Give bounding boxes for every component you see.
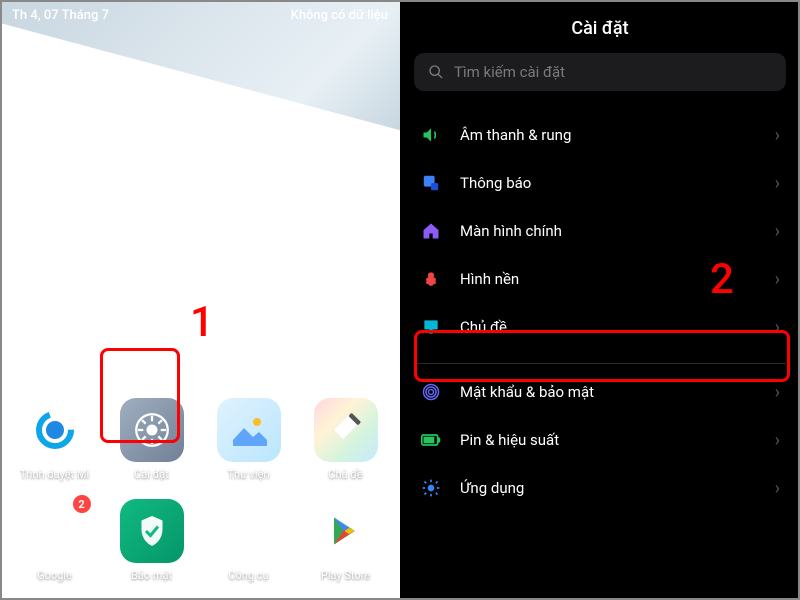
notifications-icon xyxy=(420,172,442,194)
chevron-right-icon: › xyxy=(775,125,780,146)
search-placeholder: Tìm kiếm cài đặt xyxy=(454,63,565,81)
security-icon xyxy=(120,499,184,563)
search-icon xyxy=(428,64,444,80)
apps-icon xyxy=(420,477,442,499)
row-home[interactable]: Màn hình chính › xyxy=(414,207,786,255)
row-label: Âm thanh & rung xyxy=(460,126,757,144)
app-google-folder[interactable]: 2 Google xyxy=(10,499,99,582)
row-battery[interactable]: Pin & hiệu suất › xyxy=(414,416,786,464)
app-label: Thư viện xyxy=(227,468,269,481)
app-themes[interactable]: Chủ đề xyxy=(301,398,390,481)
chevron-right-icon: › xyxy=(775,478,780,499)
playstore-icon xyxy=(314,499,378,563)
settings-list: Âm thanh & rung › Thông báo › Màn hình c… xyxy=(414,111,786,512)
app-tools-folder[interactable]: Công cụ xyxy=(204,499,293,582)
chevron-right-icon: › xyxy=(775,382,780,403)
annotation-label-1: 1 xyxy=(190,298,214,347)
app-security[interactable]: Bảo mật xyxy=(107,499,196,582)
tools-folder-icon xyxy=(217,499,281,563)
app-label: Công cụ xyxy=(228,569,268,582)
chevron-right-icon: › xyxy=(775,221,780,242)
app-label: Chủ đề xyxy=(328,468,362,481)
edge-icon xyxy=(23,398,87,462)
row-security[interactable]: Mật khẩu & bảo mật › xyxy=(414,368,786,416)
app-gallery[interactable]: Thư viện xyxy=(204,398,293,481)
status-network: Không có dữ liệu xyxy=(291,8,388,23)
row-label: Màn hình chính xyxy=(460,222,757,240)
app-label: Cài đặt xyxy=(134,468,169,481)
settings-title: Cài đặt xyxy=(414,18,786,39)
row-label: Mật khẩu & bảo mật xyxy=(460,383,757,401)
row-notifications[interactable]: Thông báo › xyxy=(414,159,786,207)
app-edge[interactable]: Trình duyệt Mi xyxy=(10,398,99,481)
gallery-icon xyxy=(217,398,281,462)
row-sound[interactable]: Âm thanh & rung › xyxy=(414,111,786,159)
google-folder-icon: 2 xyxy=(23,499,87,563)
chevron-right-icon: › xyxy=(775,317,780,338)
row-label: Pin & hiệu suất xyxy=(460,431,757,449)
status-date: Th 4, 07 Tháng 7 xyxy=(12,8,109,23)
themes-icon xyxy=(314,398,378,462)
settings-screen: Cài đặt Tìm kiếm cài đặt Âm thanh & rung… xyxy=(400,0,800,600)
row-themes[interactable]: Chủ đề › xyxy=(414,303,786,351)
app-label: Bảo mật xyxy=(131,569,172,582)
chevron-right-icon: › xyxy=(775,173,780,194)
status-bar: Th 4, 07 Tháng 7 Không có dữ liệu xyxy=(0,8,400,23)
wallpaper-icon xyxy=(420,268,442,290)
row-apps[interactable]: Ứng dụng › xyxy=(414,464,786,512)
row-label: Thông báo xyxy=(460,174,757,192)
chevron-right-icon: › xyxy=(775,269,780,290)
app-label: Trình duyệt Mi xyxy=(20,468,89,481)
app-label: Google xyxy=(37,569,72,582)
themes-row-icon xyxy=(420,316,442,338)
home-icon xyxy=(420,220,442,242)
battery-icon xyxy=(420,429,442,451)
chevron-right-icon: › xyxy=(775,430,780,451)
fingerprint-icon xyxy=(420,381,442,403)
row-label: Ứng dụng xyxy=(460,479,757,497)
app-grid: Trình duyệt Mi Cài đặt Thư viện Chủ đề xyxy=(0,398,400,600)
app-label: Play Store xyxy=(321,569,370,582)
annotation-label-2: 2 xyxy=(710,255,734,304)
app-settings[interactable]: Cài đặt xyxy=(107,398,196,481)
folder-badge: 2 xyxy=(73,495,91,513)
settings-icon xyxy=(120,398,184,462)
row-label: Chủ đề xyxy=(460,318,757,336)
settings-search[interactable]: Tìm kiếm cài đặt xyxy=(414,53,786,91)
divider xyxy=(414,363,786,364)
sound-icon xyxy=(420,124,442,146)
app-playstore[interactable]: Play Store xyxy=(301,499,390,582)
